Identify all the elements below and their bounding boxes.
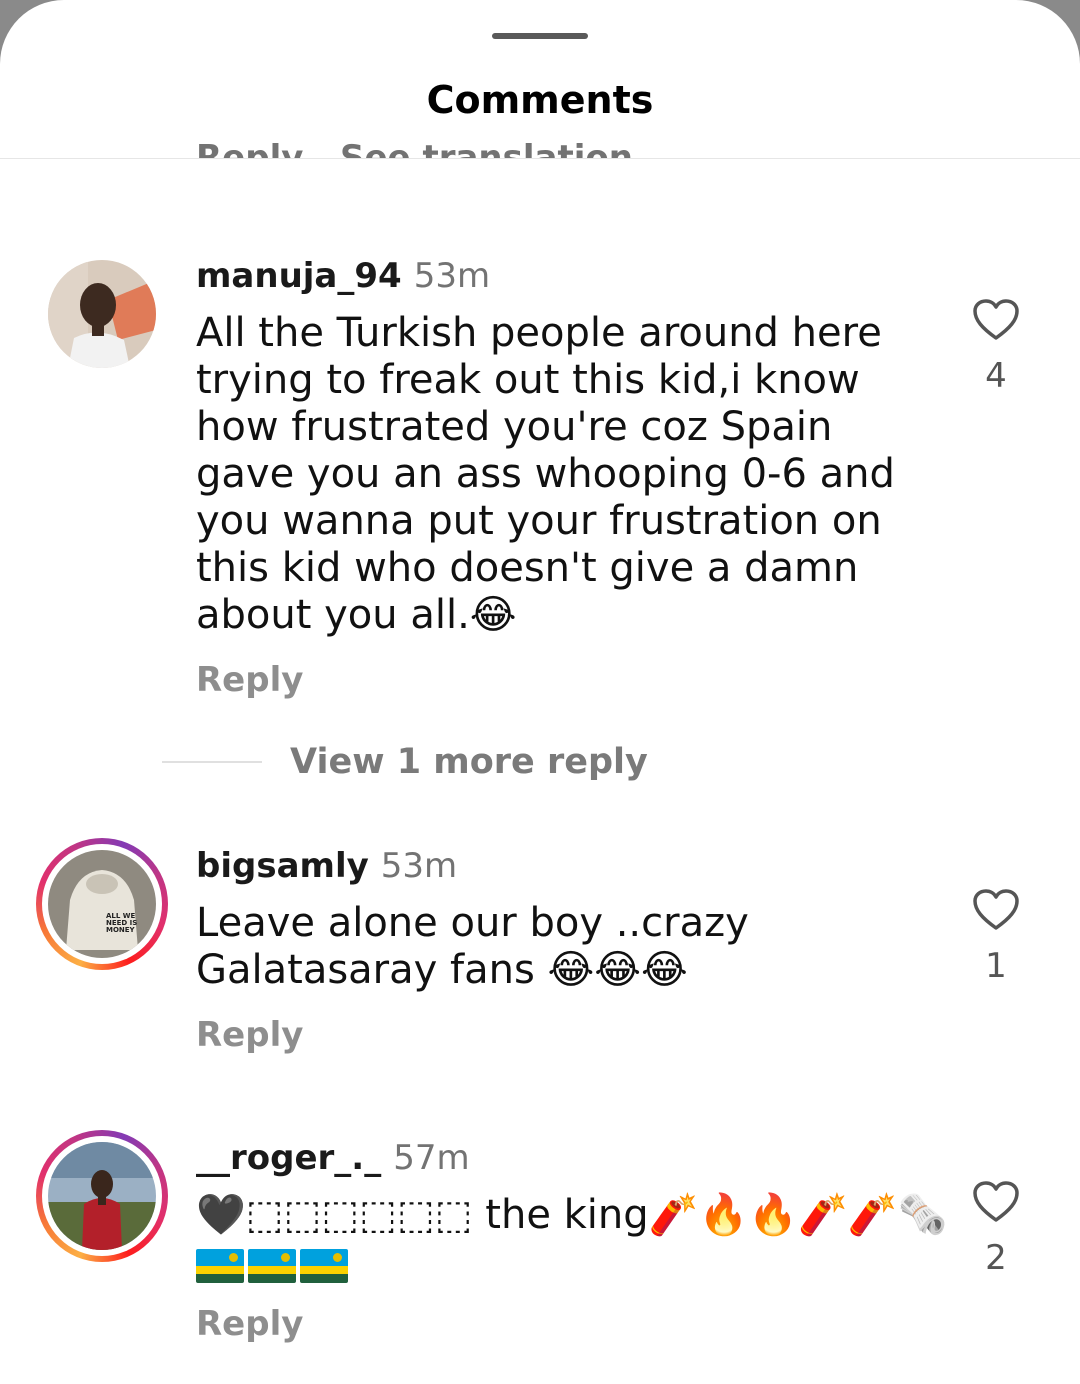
like-count: 1 xyxy=(985,946,1007,986)
comments-sheet: Comments Reply See translation manuja_94… xyxy=(0,0,1080,1384)
previous-comment-actions: Reply See translation xyxy=(0,120,1080,158)
comment-time: 57m xyxy=(393,1138,470,1178)
heart-outline-icon xyxy=(973,1181,1019,1222)
svg-text:MONEY: MONEY xyxy=(106,926,136,934)
rwanda-flags xyxy=(196,1241,352,1288)
like-button[interactable]: 2 xyxy=(966,1180,1026,1278)
reply-button[interactable]: Reply xyxy=(196,1304,303,1344)
comment-username[interactable]: manuja_94 xyxy=(196,256,402,296)
reply-button[interactable]: Reply xyxy=(196,1015,303,1055)
comment-time: 53m xyxy=(380,846,458,886)
view-more-label[interactable]: View 1 more reply xyxy=(290,738,648,786)
comment-time: 53m xyxy=(413,256,491,296)
like-count: 4 xyxy=(985,356,1007,396)
comment-text-line: 🖤⬚⬚⬚⬚⬚⬚ the king🧨🔥🔥🧨🧨🗞️ xyxy=(196,1192,948,1238)
drag-handle[interactable] xyxy=(492,33,588,39)
comment-text: 🖤⬚⬚⬚⬚⬚⬚ the king🧨🔥🔥🧨🧨🗞️ xyxy=(196,1192,956,1288)
view-more-replies[interactable]: View 1 more reply xyxy=(0,738,1080,786)
view-more-divider xyxy=(162,761,262,763)
like-button[interactable]: 1 xyxy=(966,888,1026,986)
heart-outline-icon xyxy=(973,889,1019,930)
see-translation-link[interactable]: See translation xyxy=(340,138,633,158)
reply-button[interactable]: Reply xyxy=(196,660,303,700)
comment-meta: manuja_94 53m xyxy=(196,254,490,298)
rwanda-flag-icon xyxy=(248,1248,296,1283)
comment-text: Leave alone our boy ..crazy Galatasaray … xyxy=(196,900,749,993)
comment-username[interactable]: bigsamly xyxy=(196,846,369,886)
comment-username[interactable]: __roger_._ xyxy=(196,1138,381,1178)
avatar-image xyxy=(48,1142,156,1250)
avatar-story-ring[interactable]: ALL WE NEED IS MONEY xyxy=(36,838,168,970)
like-count: 2 xyxy=(985,1238,1007,1278)
header-divider xyxy=(0,158,1080,159)
avatar-image: ALL WE NEED IS MONEY xyxy=(48,850,156,958)
previous-reply-button[interactable]: Reply xyxy=(196,138,303,158)
like-button[interactable]: 4 xyxy=(966,298,1026,396)
avatar-image xyxy=(48,260,156,368)
rwanda-flag-icon xyxy=(196,1248,244,1283)
rwanda-flag-icon xyxy=(300,1248,348,1283)
comment-text: All the Turkish people around here tryin… xyxy=(196,310,895,638)
avatar-story-ring[interactable] xyxy=(36,1130,168,1262)
comment-meta: bigsamly 53m xyxy=(196,844,457,888)
heart-outline-icon xyxy=(973,299,1019,340)
avatar[interactable] xyxy=(48,260,156,368)
comment-meta: __roger_._ 57m xyxy=(196,1136,470,1180)
